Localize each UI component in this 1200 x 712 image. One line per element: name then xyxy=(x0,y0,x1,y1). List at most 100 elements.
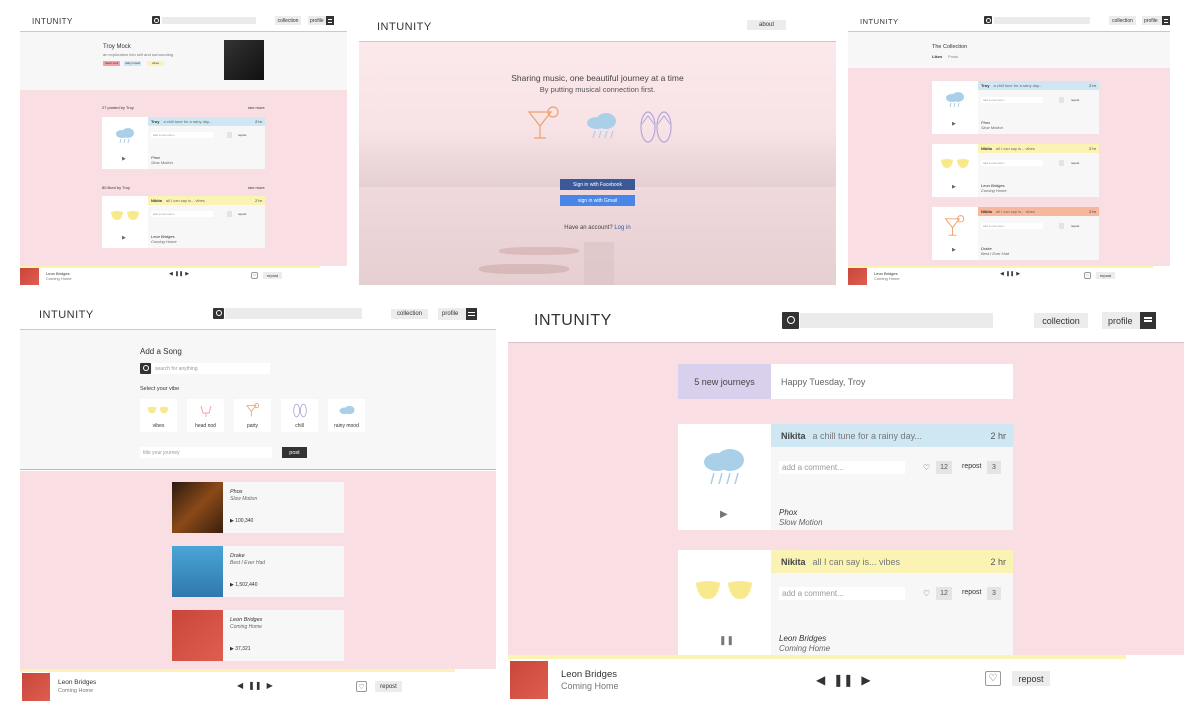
search-input[interactable] xyxy=(162,17,256,24)
journey-title-input[interactable]: title your journey xyxy=(140,447,272,458)
post-thumbnail[interactable]: ❚❚ xyxy=(678,550,771,656)
repost-button[interactable]: repost xyxy=(238,212,246,216)
post-thumbnail[interactable]: ▶ xyxy=(678,424,771,530)
repost-button[interactable]: repost xyxy=(962,589,981,596)
comment-input[interactable]: add a comment... xyxy=(151,211,213,217)
comment-input[interactable]: add a comment... xyxy=(981,97,1043,103)
menu-icon[interactable] xyxy=(1140,312,1156,329)
play-icon[interactable]: ▶ xyxy=(122,156,126,162)
vibe-option-head-nod[interactable]: head nod xyxy=(187,399,224,432)
post-thumbnail[interactable]: ▶ xyxy=(932,81,978,134)
about-button[interactable]: about xyxy=(747,20,786,30)
heart-icon[interactable]: ♡ xyxy=(251,272,258,279)
next-icon[interactable]: ▶ xyxy=(185,271,189,277)
post-user[interactable]: Nikita xyxy=(151,198,162,203)
see-more-link-2[interactable]: see more xyxy=(248,185,265,190)
like-count[interactable]: 12 xyxy=(936,461,952,474)
tag-rainy-mood[interactable]: rainy mood xyxy=(124,61,141,66)
progress-bar[interactable] xyxy=(508,655,1126,659)
post-user[interactable]: Troy xyxy=(151,119,159,124)
repost-button[interactable]: repost xyxy=(1012,671,1050,686)
brand-logo[interactable]: INTUNITY xyxy=(860,17,899,26)
play-icon[interactable]: ▶ xyxy=(952,247,956,253)
post-thumbnail[interactable]: ▶ xyxy=(102,196,148,248)
post-user[interactable]: Nikita xyxy=(781,557,806,567)
like-count[interactable] xyxy=(1059,97,1064,103)
post-user[interactable]: Nikita xyxy=(981,209,992,214)
search-icon[interactable] xyxy=(984,16,992,24)
brand-logo[interactable]: INTUNITY xyxy=(32,17,73,26)
heart-icon[interactable]: ♡ xyxy=(356,681,367,692)
new-journeys-badge[interactable]: 5 new journeys xyxy=(678,364,771,399)
like-count[interactable] xyxy=(227,132,232,138)
see-more-link[interactable]: see more xyxy=(248,105,265,110)
vibe-option-vibes[interactable]: vibes xyxy=(140,399,177,432)
collection-button[interactable]: collection xyxy=(275,16,301,25)
repost-button[interactable]: repost xyxy=(263,272,282,279)
tag-vibes[interactable]: vibes xyxy=(147,61,164,66)
progress-bar[interactable] xyxy=(20,669,455,672)
repost-button[interactable]: repost xyxy=(1096,272,1115,279)
brand-logo[interactable]: INTUNITY xyxy=(534,312,612,330)
play-icon[interactable]: ▶ xyxy=(122,235,126,241)
vibe-option-rainy-mood[interactable]: rainy mood xyxy=(328,399,365,432)
comment-input[interactable]: add a comment... xyxy=(151,132,213,138)
search-icon[interactable] xyxy=(213,308,224,319)
pause-icon[interactable]: ❚❚ xyxy=(833,673,853,687)
gmail-signin-button[interactable]: sign in with Gmail xyxy=(560,195,635,206)
prev-icon[interactable]: ◀ xyxy=(816,673,825,687)
pause-icon[interactable]: ❚❚ xyxy=(248,681,261,690)
heart-icon[interactable]: ♡ xyxy=(921,462,932,473)
repost-button[interactable]: repost xyxy=(1071,98,1079,102)
menu-icon[interactable] xyxy=(1162,16,1170,25)
pause-icon[interactable]: ❚❚ xyxy=(719,635,734,646)
tag-heart-soul[interactable]: heart soul xyxy=(103,61,120,66)
repost-button[interactable]: repost xyxy=(1071,161,1079,165)
pause-icon[interactable]: ❚❚ xyxy=(175,271,183,277)
vibe-option-party[interactable]: party xyxy=(234,399,271,432)
post-user[interactable]: Nikita xyxy=(981,146,992,151)
collection-button[interactable]: collection xyxy=(1034,313,1088,328)
comment-input[interactable]: add a comment... xyxy=(981,160,1043,166)
next-icon[interactable]: ▶ xyxy=(1016,271,1020,277)
post-thumbnail[interactable]: ▶ xyxy=(932,207,978,260)
progress-bar[interactable] xyxy=(20,266,320,268)
play-icon[interactable]: ▶ xyxy=(720,509,728,520)
post-thumbnail[interactable]: ▶ xyxy=(932,144,978,197)
search-input[interactable] xyxy=(800,313,993,328)
play-icon[interactable]: ▶ xyxy=(952,184,956,190)
facebook-signin-button[interactable]: Sign in with Facebook xyxy=(560,179,635,190)
collection-button[interactable]: collection xyxy=(1109,16,1136,25)
search-icon[interactable] xyxy=(140,363,151,374)
next-icon[interactable]: ▶ xyxy=(267,681,273,690)
like-count[interactable] xyxy=(1059,160,1064,166)
repost-count[interactable]: 3 xyxy=(987,587,1001,600)
tab-likes[interactable]: Likes xyxy=(932,54,942,59)
search-input[interactable] xyxy=(994,17,1090,24)
like-count[interactable] xyxy=(1059,223,1064,229)
search-icon[interactable] xyxy=(782,312,799,329)
search-result[interactable]: Leon Bridges Coming Home ▶ 37,321 xyxy=(172,610,344,661)
login-link[interactable]: Log in xyxy=(614,225,630,231)
collection-button[interactable]: collection xyxy=(391,309,428,319)
brand-logo[interactable]: INTUNITY xyxy=(39,309,94,321)
song-search-input[interactable]: search for anything xyxy=(152,363,270,374)
menu-icon[interactable] xyxy=(326,16,334,25)
search-input[interactable] xyxy=(225,308,362,319)
search-result[interactable]: Drake Best I Ever Had ▶ 1,502,440 xyxy=(172,546,344,597)
pause-icon[interactable]: ❚❚ xyxy=(1006,271,1014,277)
prev-icon[interactable]: ◀ xyxy=(1000,271,1004,277)
repost-count[interactable]: 3 xyxy=(987,461,1001,474)
play-icon[interactable]: ▶ xyxy=(952,121,956,127)
prev-icon[interactable]: ◀ xyxy=(169,271,173,277)
progress-bar[interactable] xyxy=(848,266,1153,268)
comment-input[interactable]: add a comment... xyxy=(779,461,905,474)
comment-input[interactable]: add a comment... xyxy=(779,587,905,600)
repost-button[interactable]: repost xyxy=(238,133,246,137)
post-button[interactable]: post xyxy=(282,447,307,458)
tab-posts[interactable]: Posts xyxy=(948,54,958,59)
comment-input[interactable]: add a comment... xyxy=(981,223,1043,229)
like-count[interactable]: 12 xyxy=(936,587,952,600)
repost-button[interactable]: repost xyxy=(962,463,981,470)
next-icon[interactable]: ▶ xyxy=(861,673,870,687)
